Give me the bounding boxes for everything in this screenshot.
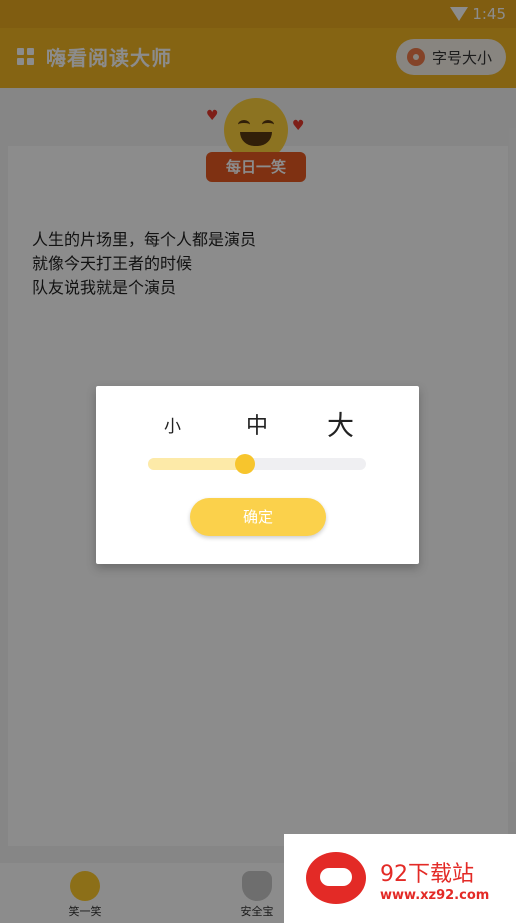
font-size-dialog: 小 中 大 确定 [96,386,419,564]
confirm-button[interactable]: 确定 [190,498,326,536]
font-size-slider[interactable] [148,454,366,474]
watermark: 92下载站 www.xz92.com [284,834,516,923]
size-option-medium[interactable]: 中 [246,408,268,440]
slider-thumb[interactable] [235,454,256,474]
slider-fill [148,458,246,470]
size-option-small[interactable]: 小 [164,412,181,437]
size-option-large[interactable]: 大 [327,404,354,443]
watermark-logo [306,852,366,904]
watermark-name: 92下载站 [380,862,474,887]
watermark-url: www.xz92.com [380,888,490,903]
